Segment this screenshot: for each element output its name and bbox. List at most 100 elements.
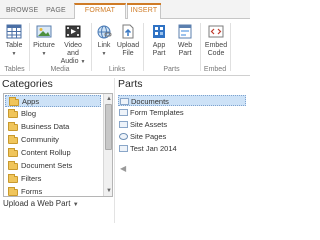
site-pages-icon	[119, 133, 128, 140]
category-item-community[interactable]: Community	[5, 134, 101, 146]
web-part-label-line2: Part	[178, 50, 192, 57]
part-item-documents[interactable]: Documents	[118, 95, 246, 106]
folder-icon	[8, 109, 18, 118]
picture-label: Picture	[33, 42, 55, 49]
upload-label-line2: File	[122, 50, 134, 57]
video-label-line2: Audio	[60, 58, 79, 65]
table-button[interactable]: Table ▼	[3, 23, 25, 58]
category-label: Content Rollup	[21, 148, 71, 157]
chevron-down-icon: ▼	[80, 59, 86, 65]
categories-heading: Categories	[2, 78, 53, 90]
table-label: Table	[5, 42, 23, 49]
part-item-site-pages[interactable]: Site Pages	[118, 131, 246, 142]
categories-list[interactable]: Apps Blog Business Data Community Conten…	[3, 93, 113, 197]
category-item-document-sets[interactable]: Document Sets	[5, 160, 101, 172]
ribbon-divider	[200, 23, 201, 71]
form-library-icon	[119, 109, 128, 116]
picture-icon	[36, 23, 52, 40]
group-label-media: Media	[50, 66, 70, 73]
embed-label-line2: Code	[207, 50, 225, 57]
category-label: Apps	[22, 97, 40, 106]
part-label: Site Pages	[130, 132, 167, 141]
embed-code-button[interactable]: Embed Code	[203, 23, 229, 58]
group-label-embed: Embed	[203, 66, 227, 73]
category-item-filters[interactable]: Filters	[5, 173, 101, 185]
categories-scrollbar[interactable]: ▲ ▼	[103, 94, 112, 196]
part-label: Form Templates	[130, 108, 184, 117]
folder-icon	[8, 135, 18, 144]
category-item-content-rollup[interactable]: Content Rollup	[5, 147, 101, 159]
back-arrow-icon[interactable]: ◀	[120, 164, 126, 173]
chevron-down-icon: ▼	[41, 51, 47, 57]
chevron-down-icon: ▼	[11, 51, 17, 57]
embed-label-line1: Embed	[204, 42, 228, 49]
upload-web-part-label: Upload a Web Part	[3, 199, 71, 208]
video-icon	[65, 23, 81, 40]
tab-browse[interactable]: BROWSE	[6, 3, 38, 19]
category-item-blog[interactable]: Blog	[5, 108, 101, 120]
chevron-down-icon: ▼	[72, 202, 79, 208]
scroll-up-arrow-icon[interactable]: ▲	[105, 95, 112, 103]
part-label: Test Jan 2014	[130, 144, 177, 153]
folder-icon	[9, 97, 19, 106]
part-label: Site Assets	[130, 120, 168, 129]
ribbon: Table ▼ Tables Picture ▼ Video and Audio…	[0, 19, 250, 76]
category-label: Blog	[21, 109, 37, 118]
part-item-site-assets[interactable]: Site Assets	[118, 119, 246, 130]
ribbon-divider	[143, 23, 144, 71]
panel-divider	[114, 78, 115, 223]
video-audio-button[interactable]: Video and Audio ▼	[58, 23, 88, 66]
tab-format-text[interactable]: FORMAT TEXT	[74, 3, 126, 26]
scrollbar-thumb[interactable]	[105, 104, 112, 150]
upload-web-part-link[interactable]: Upload a Web Part ▼	[3, 199, 79, 208]
folder-icon	[8, 122, 18, 131]
category-label: Business Data	[21, 122, 70, 131]
group-label-parts: Parts	[163, 66, 180, 73]
category-item-business-data[interactable]: Business Data	[5, 121, 101, 133]
ribbon-divider	[29, 23, 30, 71]
folder-icon	[8, 174, 18, 183]
category-item-apps[interactable]: Apps	[5, 95, 101, 107]
web-part-label-line1: Web	[177, 42, 193, 49]
upload-file-button[interactable]: Upload File	[116, 23, 140, 58]
link-button[interactable]: Link ▼	[94, 23, 114, 58]
list-icon	[119, 145, 128, 152]
category-item-forms[interactable]: Forms	[5, 186, 101, 196]
document-library-icon	[120, 98, 129, 105]
ribbon-divider	[91, 23, 92, 71]
folder-icon	[8, 161, 18, 170]
table-icon	[6, 23, 22, 40]
upload-file-icon	[120, 23, 136, 40]
web-part-icon	[177, 23, 193, 40]
scroll-down-arrow-icon[interactable]: ▼	[105, 187, 112, 195]
folder-icon	[8, 187, 18, 196]
part-label: Documents	[131, 97, 169, 106]
picture-button[interactable]: Picture ▼	[32, 23, 56, 58]
app-part-icon	[151, 23, 167, 40]
app-part-button[interactable]: App Part	[148, 23, 170, 58]
link-label: Link	[97, 42, 111, 49]
chevron-down-icon: ▼	[101, 51, 107, 57]
category-label: Document Sets	[21, 161, 73, 170]
document-library-icon	[119, 121, 128, 128]
app-part-label-line1: App	[152, 42, 166, 49]
part-item-test-jan-2014[interactable]: Test Jan 2014	[118, 143, 246, 154]
group-label-links: Links	[108, 66, 126, 73]
part-item-form-templates[interactable]: Form Templates	[118, 107, 246, 118]
app-part-label-line2: Part	[152, 50, 166, 57]
ribbon-tab-bar: BROWSE PAGE FORMAT TEXT INSERT	[0, 0, 250, 26]
group-label-tables: Tables	[4, 66, 25, 73]
upload-label-line1: Upload	[116, 42, 140, 49]
category-label: Forms	[21, 187, 43, 196]
tab-page[interactable]: PAGE	[43, 3, 69, 19]
folder-icon	[8, 148, 18, 157]
tab-insert[interactable]: INSERT	[127, 3, 161, 19]
ribbon-divider	[230, 23, 231, 71]
category-label: Community	[21, 135, 59, 144]
link-icon	[96, 23, 112, 40]
embed-code-icon	[208, 23, 224, 40]
category-label: Filters	[21, 174, 42, 183]
web-part-button[interactable]: Web Part	[174, 23, 196, 58]
parts-heading: Parts	[118, 78, 143, 90]
video-label-line1: Video and	[64, 42, 82, 57]
